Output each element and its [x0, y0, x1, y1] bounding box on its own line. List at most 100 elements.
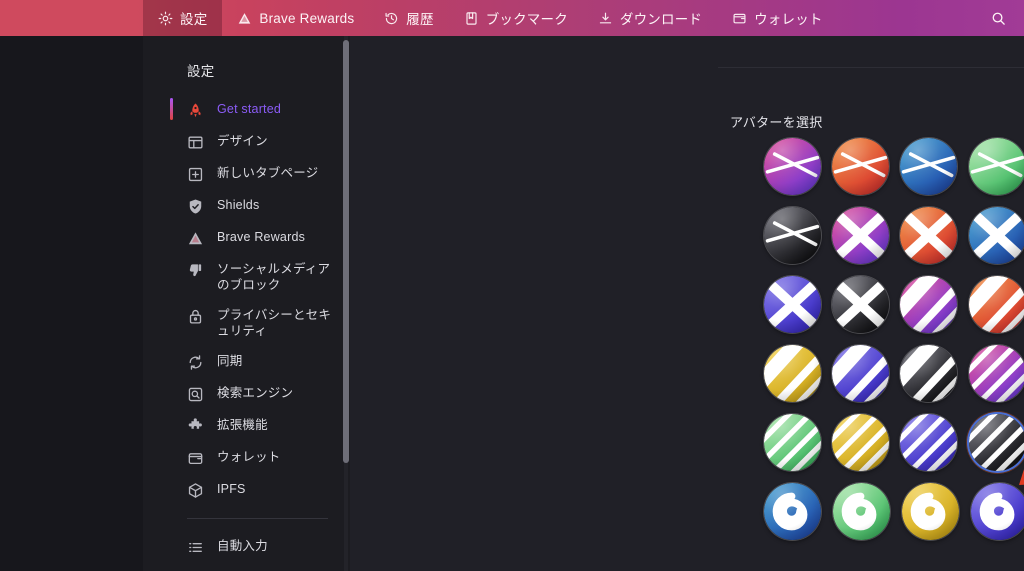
avatar-option-31[interactable]	[827, 480, 896, 543]
avatar-option-15[interactable]	[963, 273, 1024, 336]
avatar-image	[900, 138, 958, 195]
topbar-item-5[interactable]: ウォレット	[717, 0, 838, 36]
puzzle-icon	[187, 418, 204, 435]
avatar-option-12[interactable]	[758, 273, 826, 336]
sidebar-item-list-lower: 自動入力Aあ言語ダウンロード	[143, 531, 350, 571]
topbar-item-label: ダウンロード	[619, 12, 703, 27]
avatar-image	[968, 138, 1024, 195]
topbar-item-4[interactable]: ダウンロード	[583, 0, 717, 36]
thumbsdown-icon	[187, 262, 204, 279]
sidebar-item-ipfs[interactable]: IPFS	[143, 474, 350, 506]
avatar-option-6[interactable]	[758, 204, 826, 267]
topbar-item-label: ブックマーク	[485, 12, 568, 27]
triangle-icon	[187, 230, 204, 247]
sidebar-item-get-started[interactable]: Get started	[143, 94, 350, 126]
avatar-option-30[interactable]	[758, 480, 827, 543]
topbar-item-0[interactable]: 設定	[143, 0, 223, 36]
avatar-option-24[interactable]	[758, 411, 826, 474]
sidebar-item-プライバシーとセキュリティ[interactable]: プライバシーとセキュリティ	[143, 300, 350, 346]
settings-window: 設定 Get started デザイン新しいタブページ Shields Brave R…	[0, 36, 1024, 571]
sidebar-item-label: デザイン	[217, 134, 268, 148]
avatar-image	[831, 138, 889, 195]
sidebar-item-label: プライバシーとセキュリティ	[217, 308, 332, 338]
topbar-item-label: 設定	[180, 12, 208, 27]
sidebar-item-検索エンジン[interactable]: 検索エンジン	[143, 378, 350, 410]
avatar-option-3[interactable]	[963, 135, 1024, 198]
topbar-item-label: Brave Rewards	[259, 10, 355, 26]
topbar-item-1[interactable]: Brave Rewards	[222, 0, 369, 36]
avatar-row	[758, 204, 1024, 267]
sidebar-item-拡張機能[interactable]: 拡張機能	[143, 410, 350, 442]
avatar-image	[833, 483, 890, 540]
triangle-icon	[237, 11, 252, 26]
avatar-option-0[interactable]	[758, 135, 826, 198]
wallet-icon	[732, 11, 747, 26]
avatar-option-25[interactable]	[826, 411, 894, 474]
sidebar-item-label: ソーシャルメディアのブロック	[217, 262, 331, 292]
lock-icon	[187, 308, 204, 325]
avatar-image	[763, 414, 821, 471]
avatar-image	[902, 483, 959, 540]
sidebar-item-shields[interactable]: Shields	[143, 190, 350, 222]
sidebar-item-同期[interactable]: 同期	[143, 346, 350, 378]
gear-icon	[158, 11, 173, 26]
avatar-option-2[interactable]	[895, 135, 963, 198]
appearance-icon	[187, 134, 204, 151]
avatar-option-14[interactable]	[895, 273, 963, 336]
sidebar-item-label: Shields	[217, 198, 260, 212]
page-title: アバターを選択	[730, 115, 823, 130]
sidebar-item-自動入力[interactable]: 自動入力	[143, 531, 350, 563]
avatar-row	[758, 273, 1024, 336]
sidebar-item-label: IPFS	[217, 482, 246, 496]
search-box-icon	[187, 386, 204, 403]
avatar-option-19[interactable]	[826, 342, 894, 405]
avatar-image	[968, 414, 1024, 471]
avatar-option-1[interactable]	[826, 135, 894, 198]
topbar-item-2[interactable]: 履歴	[369, 0, 448, 36]
shield-icon	[187, 198, 204, 215]
avatar-option-33[interactable]	[965, 480, 1024, 543]
topbar-nav: 設定 Brave Rewards 履歴 ブックマーク ダウンロード ウォレット	[143, 0, 838, 36]
sidebar-item-新しいタブページ[interactable]: 新しいタブページ	[143, 158, 350, 190]
avatar-image	[831, 345, 889, 402]
topbar-item-label: ウォレット	[754, 12, 823, 27]
avatar-option-26[interactable]	[895, 411, 963, 474]
sidebar-item-言語[interactable]: Aあ言語	[143, 563, 350, 571]
browser-top-bar: 設定 Brave Rewards 履歴 ブックマーク ダウンロード ウォレット	[0, 0, 1024, 36]
sidebar-item-ウォレット[interactable]: ウォレット	[143, 442, 350, 474]
sidebar-item-ソーシャルメディアのブロック[interactable]: ソーシャルメディアのブロック	[143, 254, 350, 300]
avatar-image	[900, 276, 958, 333]
sidebar-scrollbar-thumb[interactable]	[343, 40, 349, 463]
avatar-option-8[interactable]	[895, 204, 963, 267]
sidebar-item-label: 自動入力	[217, 539, 268, 553]
sidebar-item-label: 拡張機能	[217, 418, 268, 432]
sidebar-item-label: Get started	[217, 102, 282, 116]
avatar-option-21[interactable]	[963, 342, 1024, 405]
newtab-icon	[187, 166, 204, 183]
settings-sidebar: 設定 Get started デザイン新しいタブページ Shields Brave R…	[143, 36, 350, 571]
avatar-image	[763, 207, 821, 264]
avatar-row	[758, 480, 1024, 543]
sidebar-item-list: Get started デザイン新しいタブページ Shields Brave Rewa…	[143, 94, 350, 506]
avatar-option-20[interactable]	[895, 342, 963, 405]
avatar-option-7[interactable]	[826, 204, 894, 267]
avatar-option-32[interactable]	[896, 480, 965, 543]
avatar-image	[900, 207, 958, 264]
avatar-option-13[interactable]	[826, 273, 894, 336]
cube-icon	[187, 482, 204, 499]
sidebar-title: 設定	[187, 64, 215, 79]
topbar-item-3[interactable]: ブックマーク	[449, 0, 583, 36]
sidebar-item-デザイン[interactable]: デザイン	[143, 126, 350, 158]
avatar-option-18[interactable]	[758, 342, 826, 405]
avatar-image	[831, 207, 889, 264]
panel-divider	[718, 67, 1024, 68]
wallet-icon	[187, 450, 204, 467]
avatar-image	[831, 414, 889, 471]
avatar-row	[758, 411, 1024, 474]
sidebar-active-indicator	[170, 98, 173, 120]
sync-icon	[187, 354, 204, 371]
search-icon[interactable]	[986, 6, 1010, 30]
avatar-option-9[interactable]	[963, 204, 1024, 267]
sidebar-item-brave-rewards[interactable]: Brave Rewards	[143, 222, 350, 254]
avatar-option-27[interactable]	[963, 411, 1024, 474]
